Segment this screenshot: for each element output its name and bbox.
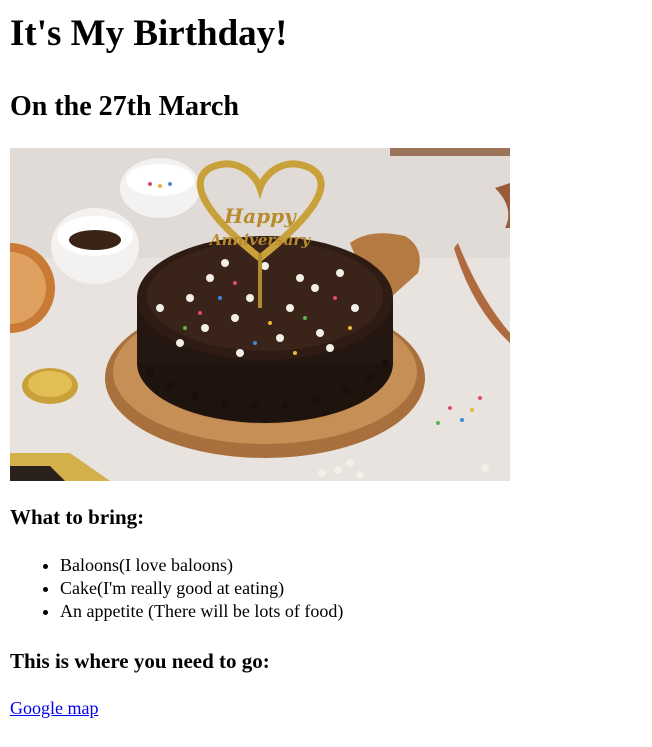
page-content: It's My Birthday! On the 27th March Happ… [0, 0, 652, 720]
page-title: It's My Birthday! [10, 13, 288, 54]
bring-heading: What to bring: [10, 505, 145, 529]
cake-image: Happy Anniversary [10, 148, 510, 481]
google-map-link[interactable]: Google map [10, 697, 98, 720]
list-item: An appetite (There will be lots of food) [60, 600, 642, 623]
location-heading: This is where you need to go: [10, 649, 270, 673]
topper-text-anniversary: Anniversary [208, 231, 311, 249]
list-item: Baloons(I love baloons) [60, 554, 642, 577]
list-item: Cake(I'm really good at eating) [60, 577, 642, 600]
bring-list: Baloons(I love baloons) Cake(I'm really … [10, 554, 642, 623]
page-subtitle: On the 27th March [10, 91, 239, 122]
topper-text-happy: Happy [223, 204, 297, 228]
